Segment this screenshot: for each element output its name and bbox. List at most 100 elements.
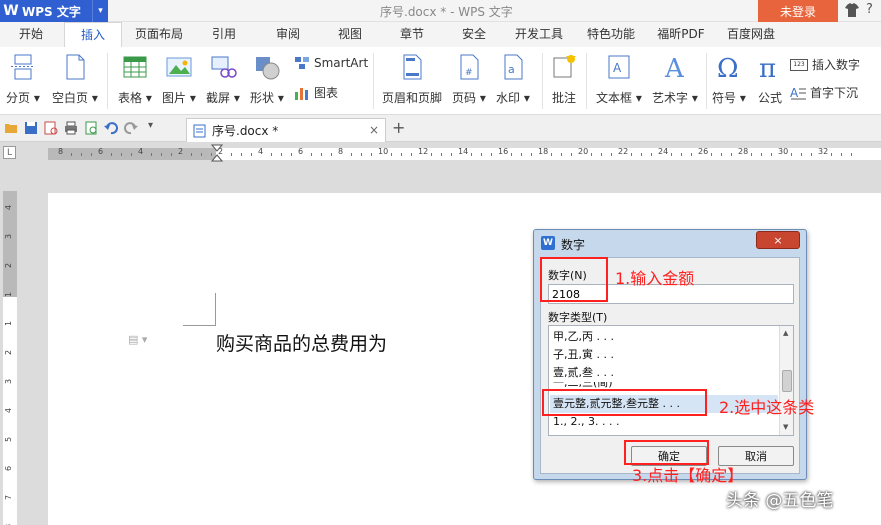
tab-security[interactable]: 安全 [450, 22, 498, 47]
ruler-tick [521, 153, 522, 156]
ruler-number: 28 [738, 148, 749, 156]
tab-home[interactable]: 开始 [8, 22, 54, 47]
login-button[interactable]: 未登录 [758, 0, 838, 22]
tab-section[interactable]: 章节 [388, 22, 436, 47]
ruler-tick [811, 153, 812, 156]
open-folder-icon[interactable] [4, 121, 18, 135]
help-icon[interactable]: ? [866, 2, 873, 17]
print-preview-icon[interactable] [44, 121, 58, 135]
document-body-text[interactable]: 购买商品的总费用为 [216, 329, 387, 356]
shape-label: 形状 ▾ [250, 91, 284, 105]
ruler-number: 18 [538, 148, 549, 156]
tab-developer[interactable]: 开发工具 [508, 22, 570, 47]
text-margin-corner [183, 293, 216, 326]
chart-label: 图表 [314, 86, 339, 100]
header-footer-button[interactable]: 页眉和页脚 [382, 53, 442, 106]
tab-references[interactable]: 引用 [200, 22, 248, 47]
ruler-tick [771, 153, 772, 156]
print-icon[interactable] [64, 121, 78, 135]
ruler-tick [481, 153, 482, 156]
title-bar: W WPS 文字 ▾ 序号.docx * - WPS 文字 未登录 ? [0, 0, 881, 22]
dialog-title-bar[interactable]: W 数字 × [534, 230, 806, 256]
page-break-button[interactable]: 分页 ▾ [6, 53, 40, 106]
ruler-tick [831, 153, 832, 156]
ruler-tick [601, 153, 602, 156]
ruler-tick [241, 153, 242, 156]
horizontal-ruler[interactable]: 8 6 4 2 2 4 6 8 10 12 14 16 18 20 22 24 26 28 30 32 [48, 148, 881, 160]
ruler-number: 4 [4, 407, 14, 414]
ruler-tick [691, 153, 692, 156]
picture-button[interactable]: 图片 ▾ [162, 53, 196, 106]
scroll-down-icon[interactable]: ▼ [783, 423, 788, 431]
tab-insert[interactable]: 插入 [64, 22, 122, 47]
app-menu-button[interactable]: W WPS 文字 ▾ [0, 0, 108, 22]
customize-toolbar-icon[interactable]: ▾ [148, 120, 162, 134]
pi-icon: π [759, 54, 776, 81]
page-number-icon: # [460, 54, 479, 80]
export-pdf-icon[interactable] [84, 121, 98, 135]
drop-cap-button[interactable]: A 首字下沉 [790, 84, 858, 101]
scroll-up-icon[interactable]: ▲ [783, 329, 788, 337]
symbol-button[interactable]: Ω 符号 ▾ [712, 53, 746, 106]
list-item[interactable]: 甲,乙,丙 . . . [553, 328, 614, 346]
redo-icon[interactable] [124, 121, 138, 135]
vertical-ruler[interactable]: 432112345678 [3, 191, 17, 525]
ruler-tick [801, 153, 802, 156]
scroll-thumb[interactable] [782, 370, 792, 392]
ruler-tick [761, 153, 762, 156]
list-item[interactable]: 子,丑,寅 . . . [553, 346, 614, 364]
tab-features[interactable]: 特色功能 [580, 22, 642, 47]
indent-marker-icon[interactable] [211, 144, 223, 164]
smartart-button[interactable]: SmartArt [294, 56, 368, 70]
ruler-number: 30 [778, 148, 789, 156]
page-number-label: 页码 ▾ [452, 91, 486, 105]
save-icon[interactable] [24, 121, 38, 135]
shape-button[interactable]: 形状 ▾ [250, 53, 284, 106]
close-tab-icon[interactable]: × [369, 123, 379, 137]
svg-text:#: # [465, 68, 473, 78]
ruler-number: 26 [698, 148, 709, 156]
app-menu-dropdown-icon[interactable]: ▾ [92, 0, 108, 22]
new-tab-icon[interactable]: + [392, 118, 405, 137]
tab-selector[interactable]: L [3, 146, 16, 159]
insert-number-button[interactable]: 123 插入数字 [790, 56, 860, 73]
chart-icon [295, 87, 308, 100]
comment-button[interactable]: 批注 [550, 53, 578, 106]
tab-baidu-netdisk[interactable]: 百度网盘 [718, 22, 784, 47]
ribbon-divider [542, 53, 543, 109]
dialog-close-button[interactable]: × [756, 231, 800, 249]
screenshot-icon [211, 56, 237, 78]
ruler-number: 20 [578, 148, 589, 156]
document-tab[interactable]: 序号.docx * × [186, 118, 386, 142]
undo-icon[interactable] [104, 121, 118, 135]
list-scrollbar[interactable]: ▲ ▼ [779, 326, 793, 435]
ruler-tick [631, 153, 632, 156]
document-tab-label: 序号.docx * [212, 124, 279, 138]
page-number-button[interactable]: # 页码 ▾ [452, 53, 486, 106]
formula-button[interactable]: π 公式 [756, 53, 784, 106]
tab-page-layout[interactable]: 页面布局 [130, 22, 188, 47]
ruler-tick [721, 153, 722, 156]
ruler-tick [841, 153, 842, 156]
number-type-list[interactable]: 甲,乙,丙 . . . 子,丑,寅 . . . 壹,贰,叁 . . . 一,二,… [548, 325, 794, 436]
screenshot-button[interactable]: 截屏 ▾ [206, 53, 240, 106]
app-name: WPS 文字 [22, 4, 81, 19]
chart-button[interactable]: 图表 [294, 84, 338, 101]
tab-foxit-pdf[interactable]: 福昕PDF [650, 22, 712, 47]
page-break-label: 分页 ▾ [6, 91, 40, 105]
ruler-tick [431, 153, 432, 156]
tab-review[interactable]: 审阅 [264, 22, 312, 47]
paragraph-options-icon[interactable]: ▤ ▾ [128, 333, 147, 346]
skin-icon[interactable] [844, 2, 860, 18]
ruler-number: 2 [178, 148, 184, 156]
blank-page-button[interactable]: 空白页 ▾ [52, 53, 98, 106]
tab-view[interactable]: 视图 [326, 22, 374, 47]
watermark-label: 水印 ▾ [496, 91, 530, 105]
ruler-tick [391, 153, 392, 156]
watermark-button[interactable]: a 水印 ▾ [496, 53, 530, 106]
list-item[interactable]: 壹,贰,叁 . . . [553, 364, 614, 382]
textbox-button[interactable]: A 文本框 ▾ [596, 53, 642, 106]
table-button[interactable]: 表格 ▾ [118, 53, 152, 106]
ruler-tick [91, 153, 92, 156]
wordart-button[interactable]: A 艺术字 ▾ [652, 53, 698, 106]
